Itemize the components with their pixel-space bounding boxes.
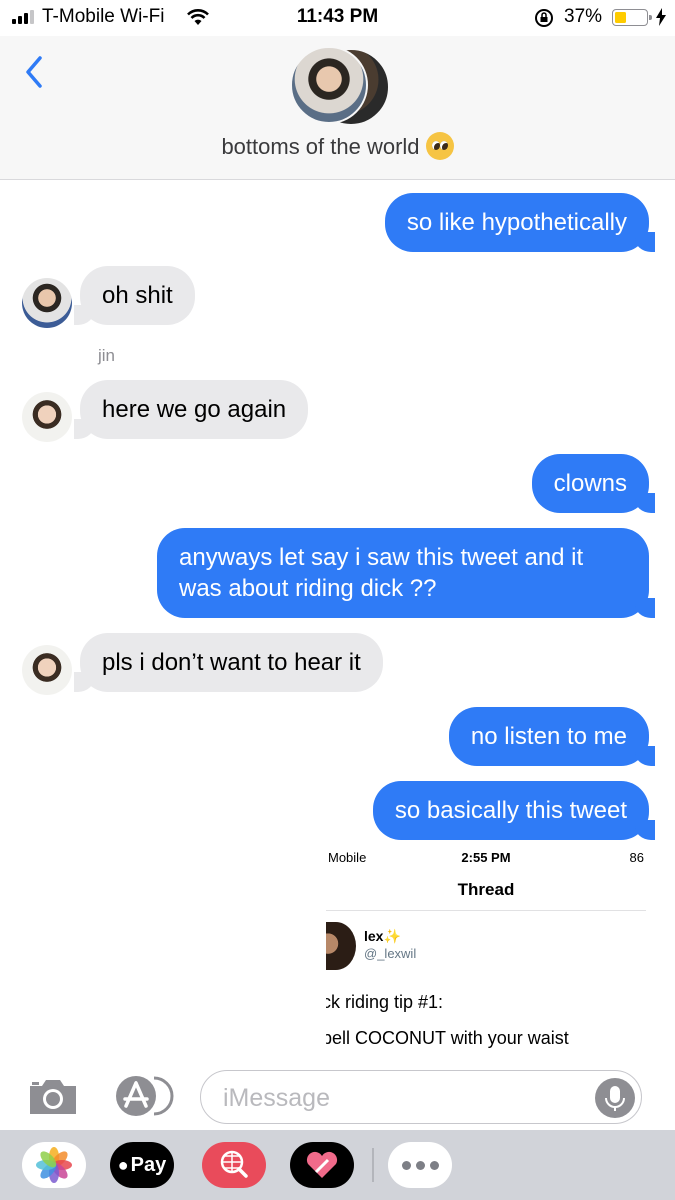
sender-name: jin — [98, 346, 116, 365]
image-search-button[interactable] — [202, 1142, 266, 1188]
thread-title[interactable]: bottoms of the world — [0, 132, 675, 162]
imessage-input[interactable]: iMessage — [200, 1070, 642, 1124]
app-store-icon[interactable] — [114, 1074, 174, 1118]
chevron-left-icon[interactable] — [16, 44, 56, 96]
app-drawer: ● Pay — [0, 1130, 675, 1200]
attachment-battery: 86 — [629, 850, 644, 865]
attachment-author-avatar — [326, 922, 356, 970]
sender-avatar[interactable] — [22, 278, 72, 328]
digital-touch-button[interactable] — [290, 1142, 354, 1188]
photos-app-button[interactable] — [22, 1142, 86, 1188]
compose-bar: iMessage — [0, 1066, 675, 1130]
attachment-text-line: ck riding tip #1: — [326, 992, 444, 1012]
image-attachment[interactable]: Mobile 2:55 PM 86 Thread lex✨ @_lexwil c… — [326, 842, 646, 1064]
message-bubble-incoming[interactable]: oh shit — [74, 266, 195, 325]
attachment-title: Thread — [457, 880, 515, 899]
status-bar: T-Mobile Wi-Fi 11:43 PM 37% — [0, 0, 675, 36]
apple-pay-label: Pay — [130, 1153, 167, 1176]
message-bubble-incoming[interactable]: here we go again — [73, 380, 309, 439]
ellipsis-icon — [388, 1142, 452, 1188]
imessage-placeholder: iMessage — [223, 1084, 330, 1112]
message-bubble-outgoing[interactable]: so basically this tweet — [372, 781, 656, 840]
message-bubble-outgoing[interactable]: anyways let say i saw this tweet and it … — [157, 528, 655, 618]
attachment-text-line: bell COCONUT with your waist — [326, 1028, 569, 1048]
more-apps-button[interactable] — [388, 1142, 452, 1188]
conversation-header: bottoms of the world — [0, 36, 675, 180]
divider — [326, 910, 646, 911]
message-bubble-incoming[interactable]: pls i don’t want to hear it — [74, 633, 383, 692]
attachment-author-handle: @_lexwil — [364, 946, 417, 961]
attachment-author-name: lex✨ — [364, 928, 401, 944]
charging-bolt-icon — [656, 8, 666, 26]
battery-icon — [612, 9, 652, 26]
attachment-time: 2:55 PM — [461, 850, 511, 865]
heart-icon — [306, 1151, 338, 1178]
camera-icon[interactable] — [26, 1076, 80, 1116]
thread-title-text: bottoms of the world — [221, 134, 420, 159]
photos-icon — [36, 1147, 72, 1183]
battery-percent: 37% — [564, 6, 603, 27]
orientation-lock-icon — [535, 9, 553, 27]
microphone-icon[interactable] — [595, 1078, 635, 1118]
member-avatar — [290, 46, 368, 124]
drawer-divider — [372, 1148, 374, 1182]
apple-pay-button[interactable]: ● Pay — [110, 1142, 174, 1188]
message-bubble-outgoing[interactable]: so like hypothetically — [384, 193, 656, 252]
message-bubble-outgoing[interactable]: clowns — [531, 454, 656, 513]
apple-logo-icon: ● — [117, 1154, 129, 1175]
pleading-face-emoji-icon — [425, 132, 454, 161]
sender-avatar[interactable] — [22, 392, 72, 442]
group-avatar[interactable] — [290, 46, 390, 126]
sender-avatar[interactable] — [22, 645, 72, 695]
search-globe-icon — [220, 1150, 248, 1178]
message-bubble-outgoing[interactable]: no listen to me — [448, 707, 656, 766]
